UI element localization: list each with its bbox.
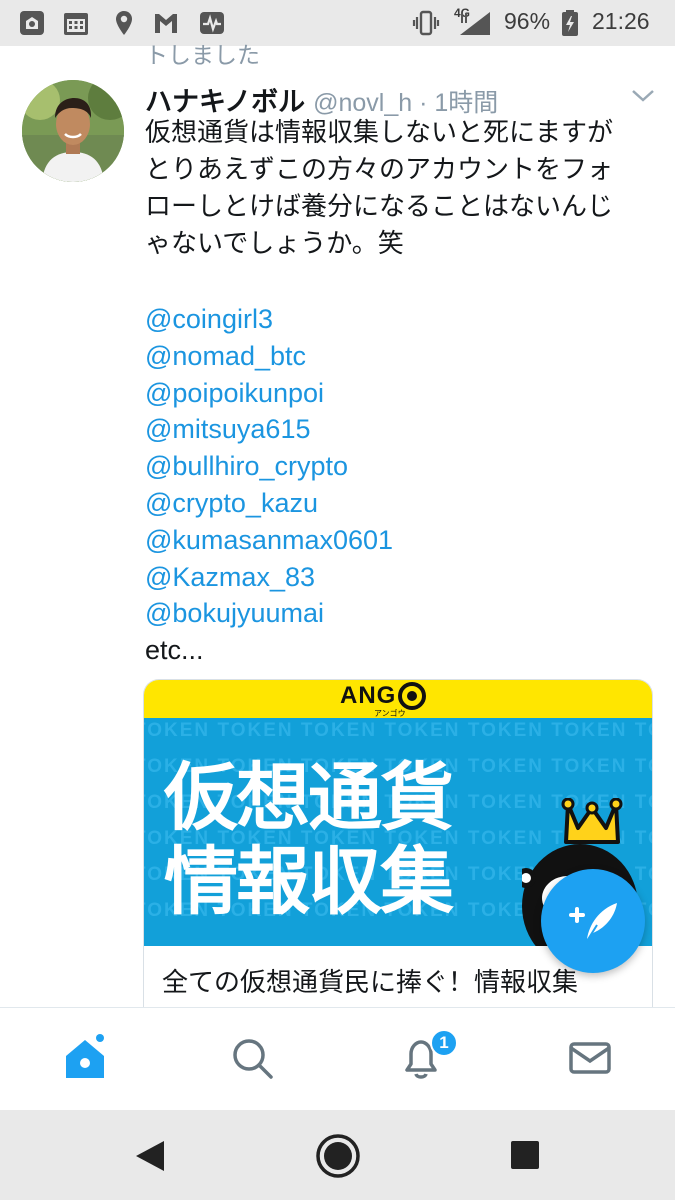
compose-feather-icon bbox=[569, 903, 617, 942]
trailing-text: etc... bbox=[145, 635, 204, 666]
clock: 21:26 bbox=[592, 8, 650, 34]
gmail-icon bbox=[155, 14, 177, 33]
battery-icon bbox=[562, 10, 578, 36]
mention-link[interactable]: @mitsuya615 bbox=[145, 411, 393, 448]
watermark-text: TOKEN bbox=[144, 720, 211, 741]
card-logo-mark bbox=[398, 682, 427, 710]
mention-link[interactable]: @poipoikunpoi bbox=[145, 375, 393, 412]
handle-and-time: @novl_h · 1時間 bbox=[313, 89, 499, 117]
mention-link[interactable]: @kumasanmax0601 bbox=[145, 522, 393, 559]
calendar-icon bbox=[64, 13, 88, 35]
vibrate-icon bbox=[412, 10, 440, 36]
location-icon bbox=[116, 11, 132, 35]
tweet-text-line: 仮想通貨は情報収集しないと死にますが bbox=[145, 118, 614, 148]
card-logo-bar: ANG アンゴウ bbox=[144, 680, 652, 718]
tweet-header: ハナキノボル @novl_h · 1時間 bbox=[145, 80, 498, 118]
search-icon[interactable] bbox=[228, 1034, 276, 1082]
signal-icon bbox=[460, 12, 490, 35]
mention-link[interactable]: @nomad_btc bbox=[145, 338, 393, 375]
card-logo: ANG bbox=[340, 682, 427, 710]
home-icon[interactable] bbox=[61, 1034, 109, 1082]
home-circle-icon[interactable] bbox=[315, 1133, 361, 1179]
battery-percent: 96% bbox=[504, 8, 551, 34]
mention-link[interactable]: @Kazmax_83 bbox=[145, 559, 393, 596]
recents-square-icon[interactable] bbox=[510, 1140, 540, 1170]
avatar[interactable] bbox=[22, 80, 124, 182]
mention-link[interactable]: @crypto_kazu bbox=[145, 485, 393, 522]
tweet-text-line: とりあえずこの方々のアカウントをフォ bbox=[145, 155, 614, 185]
card-title: 全ての仮想通貨民に捧ぐ！情報収集 bbox=[162, 968, 579, 998]
mention-link[interactable]: @bokujyuumai bbox=[145, 595, 393, 632]
mention-list: @coingirl3 @nomad_btc @poipoikunpoi @mit… bbox=[145, 301, 393, 669]
mention-link[interactable]: @bullhiro_crypto bbox=[145, 448, 393, 485]
back-icon[interactable] bbox=[132, 1138, 168, 1174]
watermark-row: TOKEN TOKEN TOKEN TOKEN TOKEN TOKEN TOKE… bbox=[144, 720, 652, 742]
card-headline-line: 情報収集 bbox=[164, 839, 454, 925]
previous-tweet-fragment: トしました bbox=[145, 43, 260, 69]
chevron-down-icon[interactable] bbox=[628, 86, 658, 106]
tweet-text-line: ローしとけば養分になることはないんじ bbox=[145, 192, 614, 222]
card-headline: 仮想通貨 情報収集 bbox=[164, 755, 454, 925]
avatar-photo bbox=[22, 80, 124, 182]
compose-tweet-button[interactable] bbox=[541, 869, 645, 973]
tweet-text: 仮想通貨は情報収集しないと死にますが とりあえずこの方々のアカウントをフォ ロー… bbox=[145, 115, 655, 263]
activity-icon bbox=[200, 12, 224, 34]
notification-count-badge: 1 bbox=[430, 1029, 458, 1057]
messages-envelope-icon[interactable] bbox=[566, 1034, 614, 1082]
mention-link[interactable]: @coingirl3 bbox=[145, 301, 393, 338]
display-name[interactable]: ハナキノボル bbox=[145, 80, 305, 119]
app-icon bbox=[20, 11, 44, 35]
tweet-text-line: ゃないでしょうか。笑 bbox=[145, 229, 404, 259]
status-bar: 4G 96% 21:26 bbox=[0, 0, 675, 46]
card-logo-text: ANG bbox=[340, 682, 397, 709]
bottom-tab-bar bbox=[0, 1007, 675, 1110]
system-navigation-bar bbox=[0, 1110, 675, 1200]
card-headline-line: 仮想通貨 bbox=[164, 755, 454, 841]
